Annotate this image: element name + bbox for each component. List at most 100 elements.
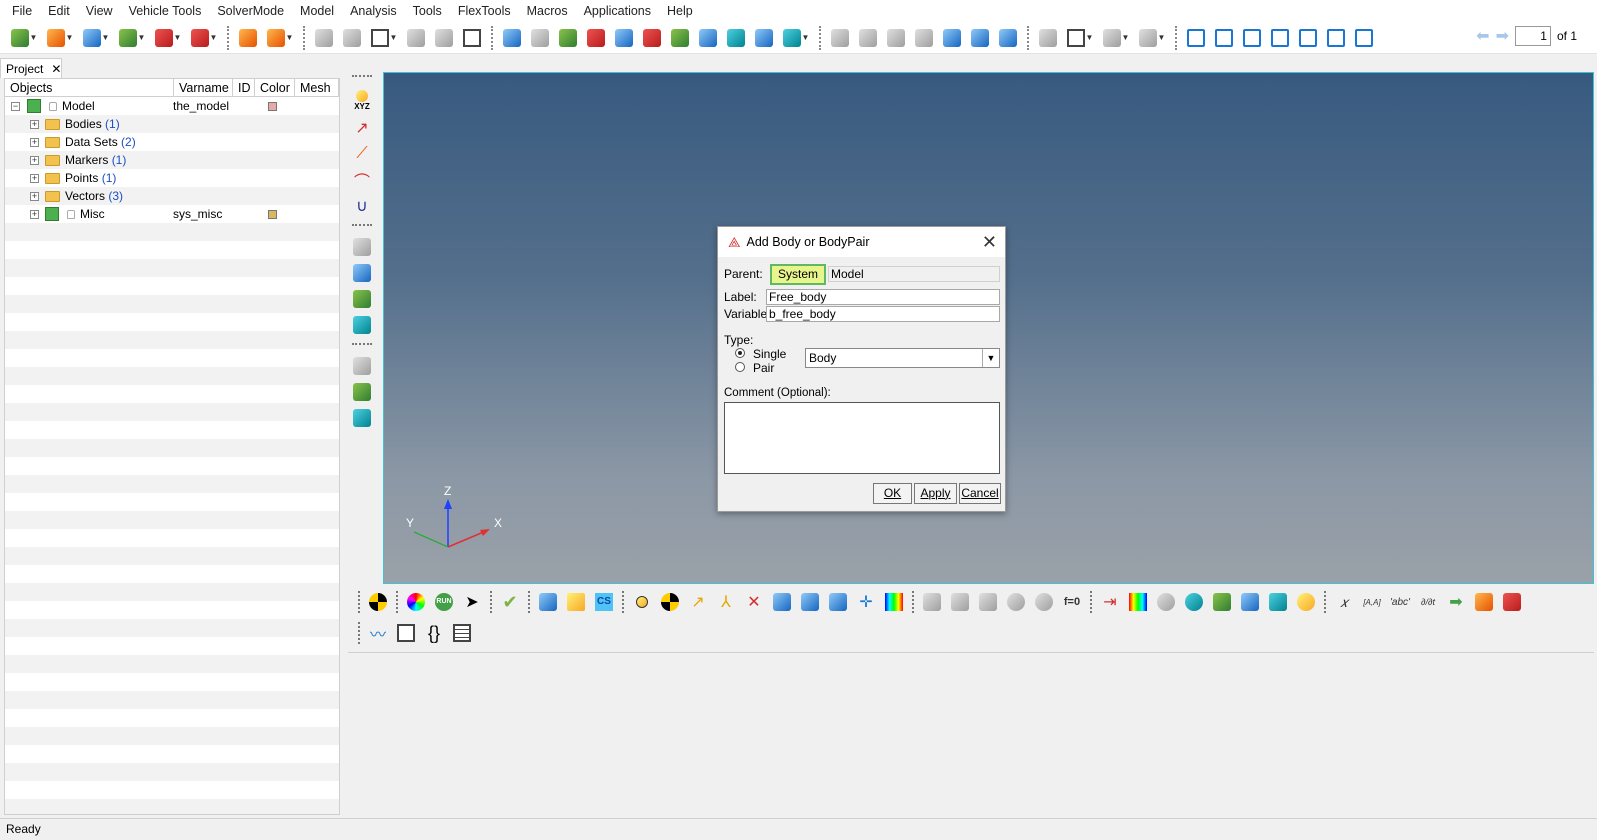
cut-button[interactable]	[1036, 26, 1060, 50]
expand-icon[interactable]: +	[30, 209, 39, 219]
previous-page-icon[interactable]: ⬅	[1476, 26, 1489, 46]
menu-solvermode[interactable]: SolverMode	[209, 4, 292, 18]
body-tool-button[interactable]	[350, 260, 374, 286]
camera-button[interactable]: ▼	[780, 26, 812, 50]
menu-applications[interactable]: Applications	[576, 4, 659, 18]
add-sensor-button[interactable]	[1033, 591, 1055, 613]
add-solver-array-button[interactable]: [A,A]	[1361, 591, 1383, 613]
paste-special-button[interactable]: ▼	[1136, 26, 1168, 50]
add-body-button[interactable]	[659, 591, 681, 613]
expand-icon[interactable]: +	[30, 155, 39, 165]
menu-macros[interactable]: Macros	[519, 4, 576, 18]
add-contact-button[interactable]	[1127, 591, 1149, 613]
zoom-button[interactable]	[500, 26, 524, 50]
next-page-icon[interactable]: ➡	[1496, 26, 1509, 46]
add-sequential-button[interactable]	[1501, 591, 1523, 613]
expand-icon[interactable]: +	[30, 119, 39, 129]
menu-help[interactable]: Help	[659, 4, 701, 18]
add-page-button[interactable]	[312, 26, 336, 50]
view-yz-button[interactable]	[696, 26, 720, 50]
add-joint-button[interactable]: ✕	[743, 591, 765, 613]
export-button[interactable]: ▼	[152, 26, 184, 50]
add-deformable-surface-button[interactable]	[827, 591, 849, 613]
tree-row-markers[interactable]: + Markers (1)	[5, 151, 339, 169]
view-zx-button[interactable]	[612, 26, 636, 50]
run-button[interactable]: RUN	[433, 591, 455, 613]
column-objects[interactable]: Objects	[5, 79, 174, 96]
select-button[interactable]: ➤	[461, 591, 483, 613]
pan-vertical-button[interactable]	[968, 26, 992, 50]
menu-flextools[interactable]: FlexTools	[450, 4, 519, 18]
pair-radio[interactable]	[735, 362, 745, 372]
tree-row-misc[interactable]: + Misc sys_misc	[5, 205, 339, 223]
variable-input[interactable]: b_free_body	[766, 306, 1000, 322]
dialog-titlebar[interactable]: ⟁ Add Body or BodyPair ✕	[718, 227, 1005, 257]
window-layout-4-button[interactable]	[1268, 26, 1292, 50]
contact-tool-button[interactable]	[350, 405, 374, 431]
add-force-button[interactable]	[949, 591, 971, 613]
column-varname[interactable]: Varname	[174, 79, 233, 96]
fit-button[interactable]	[828, 26, 852, 50]
menu-tools[interactable]: Tools	[405, 4, 450, 18]
pan-horizontal-button[interactable]	[940, 26, 964, 50]
copy-button[interactable]: ▼	[1064, 26, 1096, 50]
label-input[interactable]: Free_body	[766, 289, 1000, 305]
add-surface-button[interactable]	[771, 591, 793, 613]
model-color-swatch[interactable]	[268, 101, 277, 111]
collapse-icon[interactable]: −	[11, 101, 20, 111]
spline-tool-button[interactable]: ∪	[350, 193, 374, 219]
add-bushing-button[interactable]: ⇥	[1099, 591, 1121, 613]
view-xy-top-button[interactable]	[556, 26, 580, 50]
add-control-button[interactable]	[1473, 591, 1495, 613]
ok-button[interactable]: OK	[873, 483, 912, 504]
open-model-button[interactable]: ▼	[44, 26, 76, 50]
add-gear-button[interactable]	[1005, 591, 1027, 613]
add-marker-button[interactable]: ⅄	[715, 591, 737, 613]
add-curve-button[interactable]: 〰	[367, 622, 389, 644]
page-number-input[interactable]	[1514, 26, 1551, 46]
add-polybeam-button[interactable]	[1267, 591, 1289, 613]
window-layout-6-button[interactable]	[1324, 26, 1348, 50]
tree-row-vectors[interactable]: + Vectors (3)	[5, 187, 339, 205]
add-differential-equation-button[interactable]: ∂/∂t	[1417, 591, 1439, 613]
add-flexbody-button[interactable]	[883, 591, 905, 613]
center-button[interactable]	[884, 26, 908, 50]
zoom-window-button[interactable]	[856, 26, 880, 50]
add-form-button[interactable]: {}	[423, 622, 445, 644]
ppt-export-button[interactable]: ▼	[188, 26, 220, 50]
close-dialog-button[interactable]: ✕	[982, 232, 997, 253]
add-vector-button[interactable]: ↗	[687, 591, 709, 613]
model-check-button[interactable]	[367, 591, 389, 613]
check-model-button[interactable]: ✔	[499, 591, 521, 613]
menu-vehicle-tools[interactable]: Vehicle Tools	[121, 4, 210, 18]
pan-button[interactable]	[912, 26, 936, 50]
add-cylinder-button[interactable]	[1155, 591, 1177, 613]
tree-row-points[interactable]: + Points (1)	[5, 169, 339, 187]
add-constraint-button[interactable]: f=0	[1061, 591, 1083, 613]
vector-tool-button[interactable]: ↗	[350, 115, 374, 141]
add-tire-button[interactable]	[1183, 591, 1205, 613]
body-type-select[interactable]: Body ▼	[805, 348, 1000, 368]
add-spring-damper-button[interactable]	[1211, 591, 1233, 613]
add-template-button[interactable]	[395, 622, 417, 644]
window-layout-5-button[interactable]	[1296, 26, 1320, 50]
expand-icon[interactable]: +	[30, 191, 39, 201]
swap-window-button[interactable]	[432, 26, 456, 50]
single-radio[interactable]	[735, 348, 745, 358]
tree-row-data-sets[interactable]: + Data Sets (2)	[5, 133, 339, 151]
new-model-button[interactable]: ▼	[8, 26, 40, 50]
shape-tool-button[interactable]	[565, 591, 587, 613]
tree-row-bodies[interactable]: + Bodies (1)	[5, 115, 339, 133]
paste-button[interactable]: ▼	[1100, 26, 1132, 50]
window-layout-1-button[interactable]	[1184, 26, 1208, 50]
menu-model[interactable]: Model	[292, 4, 342, 18]
add-motion-button[interactable]	[921, 591, 943, 613]
comment-textarea[interactable]	[724, 402, 1000, 474]
expand-icon[interactable]: +	[30, 173, 39, 183]
chevron-down-icon[interactable]: ▼	[982, 349, 999, 367]
add-solver-string-button[interactable]: 'abc'	[1389, 591, 1411, 613]
user-button[interactable]	[236, 26, 260, 50]
import-button[interactable]: ▼	[116, 26, 148, 50]
menu-edit[interactable]: Edit	[40, 4, 78, 18]
add-output-button[interactable]: ➡	[1445, 591, 1467, 613]
